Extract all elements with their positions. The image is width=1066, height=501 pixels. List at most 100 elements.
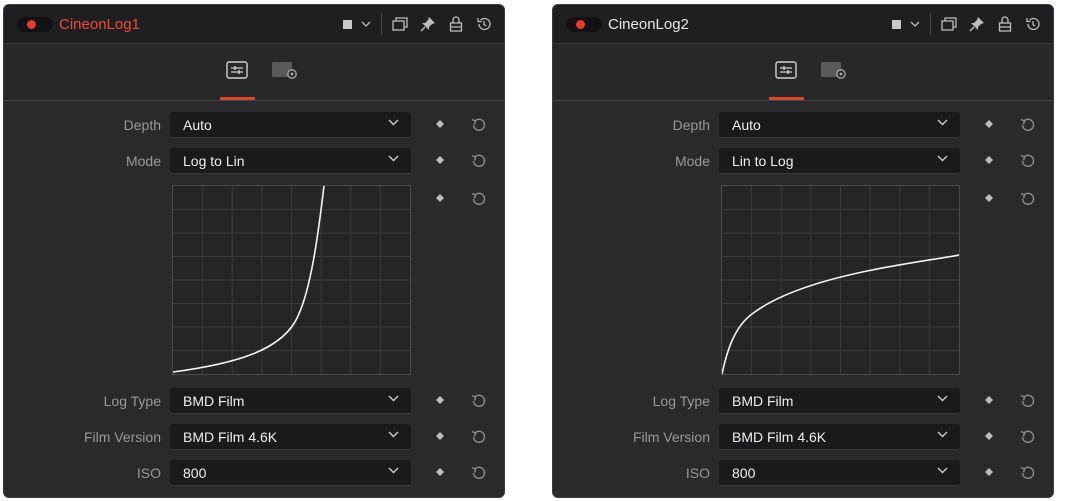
- mode-row: Mode Log to Lin: [4, 148, 504, 174]
- film-version-value: BMD Film 4.6K: [183, 429, 278, 445]
- chevron-down-icon: [937, 119, 948, 126]
- chevron-down-icon: [388, 395, 399, 402]
- version-history-icon[interactable]: [474, 14, 494, 34]
- settings-tab-icon: [272, 62, 297, 79]
- active-tab-indicator: [769, 97, 804, 100]
- settings-tab-icon: [821, 62, 846, 79]
- log-type-row: Log Type BMD Film: [553, 388, 1053, 414]
- log-type-value: BMD Film: [183, 393, 245, 409]
- reset-icon[interactable]: [1018, 152, 1036, 170]
- color-swatch-icon: [891, 19, 901, 29]
- keyframe-diamond-icon[interactable]: [436, 120, 444, 128]
- reset-icon[interactable]: [1018, 464, 1036, 482]
- reset-icon[interactable]: [469, 392, 487, 410]
- film-version-dropdown[interactable]: BMD Film 4.6K: [170, 424, 411, 450]
- curve-svg: [173, 186, 410, 374]
- keyframe-diamond-icon[interactable]: [985, 194, 993, 202]
- keyframe-diamond-icon[interactable]: [985, 396, 993, 404]
- log-type-value: BMD Film: [732, 393, 794, 409]
- keyframe-diamond-icon[interactable]: [436, 156, 444, 164]
- iso-dropdown[interactable]: 800: [719, 460, 960, 486]
- color-swatch-icon: [342, 19, 352, 29]
- chevron-down-icon[interactable]: [908, 14, 922, 34]
- reset-icon[interactable]: [469, 464, 487, 482]
- depth-value: Auto: [183, 117, 212, 133]
- color-swatch-button[interactable]: [886, 14, 906, 34]
- reset-icon[interactable]: [469, 428, 487, 446]
- depth-row: Depth Auto: [4, 112, 504, 138]
- reset-icon[interactable]: [469, 152, 487, 170]
- lock-icon[interactable]: [995, 14, 1015, 34]
- keyframe-diamond-icon[interactable]: [985, 432, 993, 440]
- keyframe-diamond-icon[interactable]: [436, 396, 444, 404]
- film-version-label: Film Version: [83, 429, 161, 445]
- keyframe-diamond-icon[interactable]: [436, 194, 444, 202]
- reset-icon[interactable]: [1018, 116, 1036, 134]
- keyframe-diamond-icon[interactable]: [985, 120, 993, 128]
- curve-svg: [722, 186, 959, 374]
- node-enable-toggle[interactable]: [17, 17, 53, 32]
- iso-value: 800: [732, 465, 756, 481]
- node-title[interactable]: CineonLog2: [608, 16, 689, 33]
- tab-settings[interactable]: [818, 58, 848, 82]
- depth-dropdown[interactable]: Auto: [170, 112, 411, 138]
- chevron-down-icon: [937, 155, 948, 162]
- iso-dropdown[interactable]: 800: [170, 460, 411, 486]
- tab-settings[interactable]: [269, 58, 299, 82]
- node-enable-toggle[interactable]: [566, 17, 602, 32]
- mode-value: Lin to Log: [732, 153, 794, 169]
- power-toggle-icon: [27, 20, 36, 29]
- inspector-panel-cineonlog2: CineonLog2 Depth Auto Mode Lin to Log Lo…: [552, 4, 1054, 498]
- iso-value: 800: [183, 465, 207, 481]
- log-type-label: Log Type: [652, 393, 710, 409]
- chevron-down-icon[interactable]: [359, 14, 373, 34]
- reset-icon[interactable]: [469, 116, 487, 134]
- reset-icon[interactable]: [1018, 190, 1036, 208]
- version-history-icon[interactable]: [1023, 14, 1043, 34]
- panel-header: CineonLog1: [4, 5, 504, 43]
- chevron-down-icon: [388, 119, 399, 126]
- header-divider: [381, 13, 382, 35]
- inspector-tabs: [4, 43, 504, 101]
- float-window-icon[interactable]: [390, 14, 410, 34]
- power-toggle-icon: [576, 20, 585, 29]
- chevron-down-icon: [388, 431, 399, 438]
- iso-row: ISO 800: [4, 460, 504, 486]
- pin-icon[interactable]: [967, 14, 987, 34]
- pin-icon[interactable]: [418, 14, 438, 34]
- log-type-row: Log Type BMD Film: [4, 388, 504, 414]
- active-tab-indicator: [220, 97, 255, 100]
- node-title[interactable]: CineonLog1: [59, 16, 140, 33]
- float-window-icon[interactable]: [939, 14, 959, 34]
- reset-icon[interactable]: [469, 190, 487, 208]
- lock-icon[interactable]: [446, 14, 466, 34]
- log-to-lin-curve: [173, 186, 325, 373]
- film-version-value: BMD Film 4.6K: [732, 429, 827, 445]
- keyframe-diamond-icon[interactable]: [985, 156, 993, 164]
- color-swatch-button[interactable]: [337, 14, 357, 34]
- film-version-row: Film Version BMD Film 4.6K: [4, 424, 504, 450]
- depth-value: Auto: [732, 117, 761, 133]
- reset-icon[interactable]: [1018, 428, 1036, 446]
- depth-label: Depth: [123, 117, 161, 133]
- log-type-dropdown[interactable]: BMD Film: [719, 388, 960, 414]
- mode-value: Log to Lin: [183, 153, 245, 169]
- film-version-dropdown[interactable]: BMD Film 4.6K: [719, 424, 960, 450]
- tab-controls[interactable]: [222, 58, 252, 82]
- film-version-row: Film Version BMD Film 4.6K: [553, 424, 1053, 450]
- mode-dropdown[interactable]: Lin to Log: [719, 148, 960, 174]
- film-version-label: Film Version: [632, 429, 710, 445]
- keyframe-diamond-icon[interactable]: [436, 468, 444, 476]
- controls-tab-icon: [226, 61, 248, 79]
- keyframe-diamond-icon[interactable]: [985, 468, 993, 476]
- depth-label: Depth: [672, 117, 710, 133]
- curve-graph[interactable]: [172, 185, 411, 375]
- curve-graph[interactable]: [721, 185, 960, 375]
- log-type-dropdown[interactable]: BMD Film: [170, 388, 411, 414]
- reset-icon[interactable]: [1018, 392, 1036, 410]
- tab-controls[interactable]: [771, 58, 801, 82]
- depth-dropdown[interactable]: Auto: [719, 112, 960, 138]
- header-divider: [930, 13, 931, 35]
- mode-dropdown[interactable]: Log to Lin: [170, 148, 411, 174]
- keyframe-diamond-icon[interactable]: [436, 432, 444, 440]
